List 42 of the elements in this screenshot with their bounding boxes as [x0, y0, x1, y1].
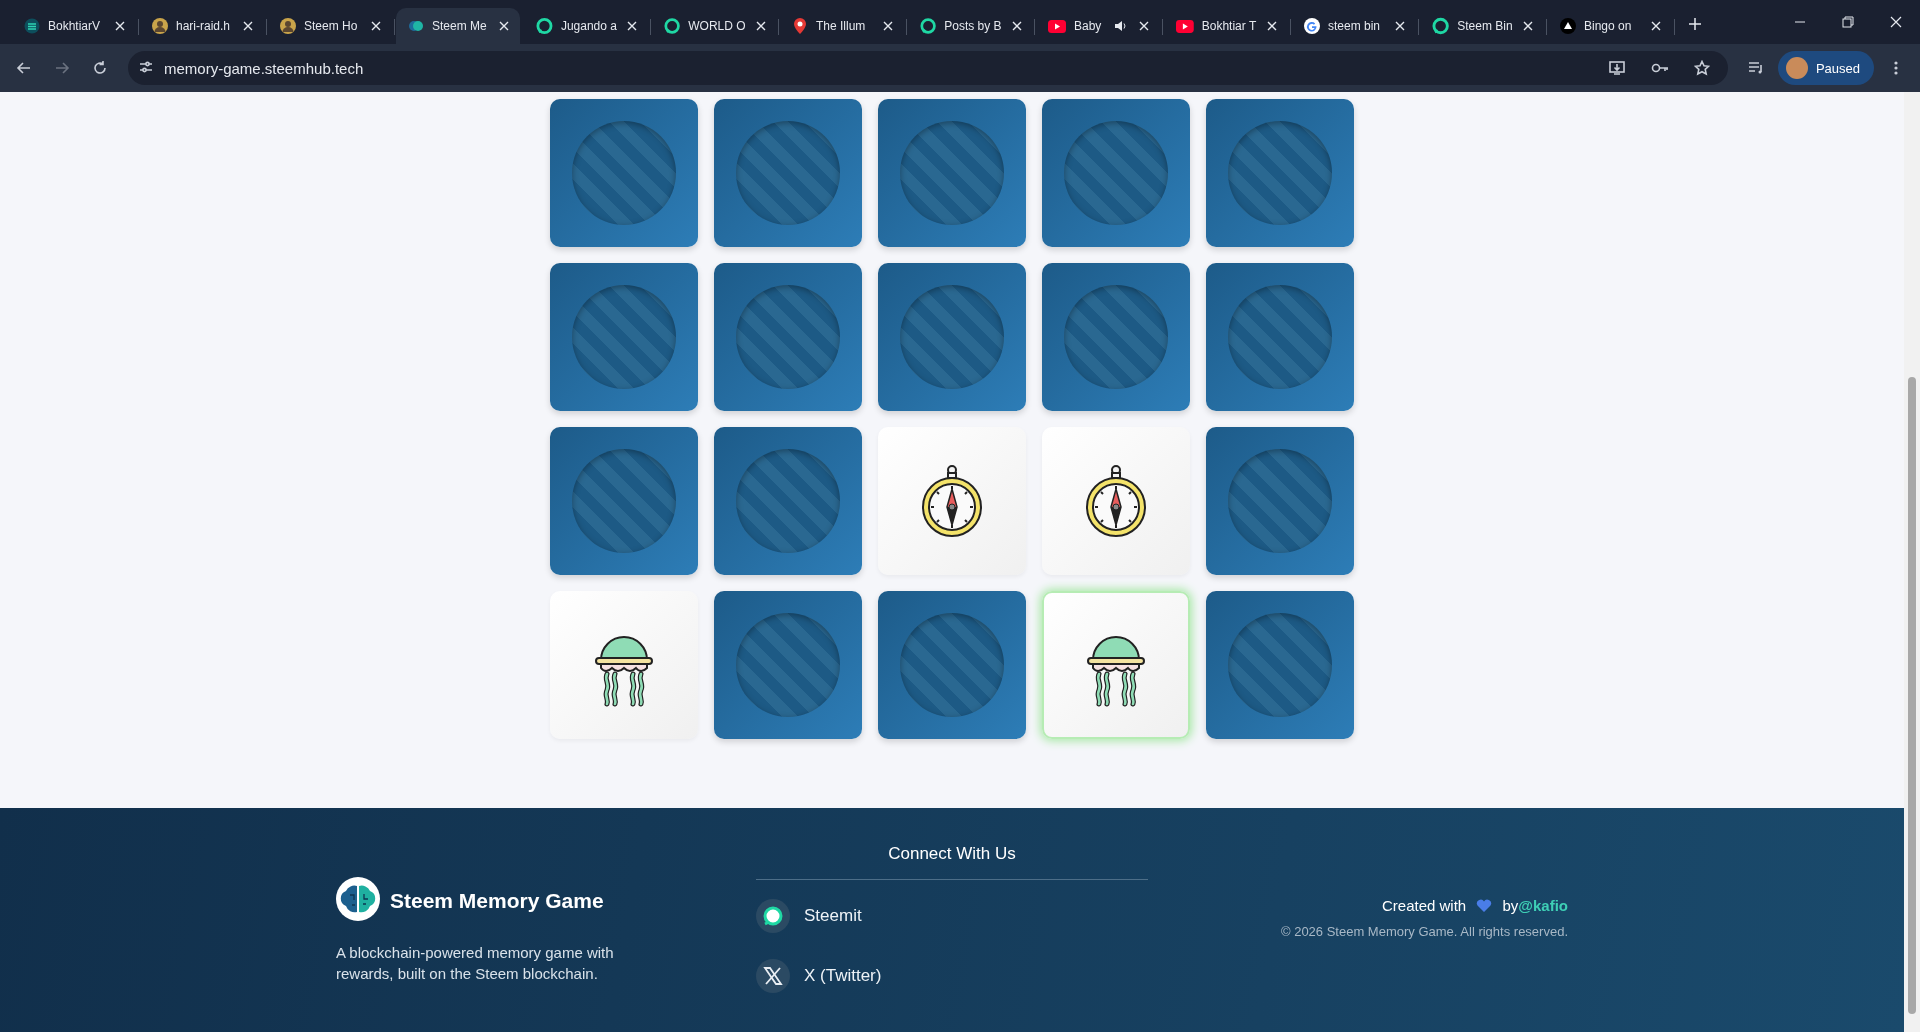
- g-logo-icon: [1304, 18, 1320, 34]
- author-link[interactable]: @kafio: [1518, 897, 1568, 914]
- card-face[interactable]: [1042, 427, 1190, 575]
- plus-icon: [1688, 17, 1702, 31]
- map-pin-icon: [792, 17, 808, 35]
- browser-tab[interactable]: Posts by B: [908, 8, 1032, 44]
- credit-text: Created with by@kafio: [1380, 897, 1568, 914]
- browser-tab[interactable]: Jugando a: [524, 8, 648, 44]
- card-face[interactable]: [878, 427, 1026, 575]
- browser-tab[interactable]: WORLD O: [652, 8, 776, 44]
- speaker-icon[interactable]: [1114, 19, 1128, 33]
- description: A blockchain-powered memory game with rewards, built on the Steem blockchain.: [336, 943, 615, 984]
- scrollbar-thumb[interactable]: [1908, 377, 1916, 1014]
- browser-tab[interactable]: hari-raid.h: [140, 8, 264, 44]
- profile-button[interactable]: Paused: [1777, 51, 1874, 85]
- copyright: © 2026 Steem Memory Game. All rights reserved.: [1279, 924, 1568, 939]
- avatar-icon: [1785, 57, 1808, 79]
- compass-icon: [920, 463, 984, 539]
- social-link[interactable]: Steemit: [756, 899, 1148, 933]
- compass-icon: [1084, 463, 1148, 539]
- browser-tab[interactable]: Steem Me: [396, 8, 520, 44]
- play-icon: [1176, 19, 1194, 33]
- scrollbar[interactable]: [1904, 92, 1920, 1032]
- brand-title: Steem Memory Game: [390, 889, 604, 913]
- card-face[interactable]: [550, 591, 698, 739]
- browser-tab[interactable]: Steem Bin: [1420, 8, 1544, 44]
- card-face[interactable]: [1042, 591, 1190, 739]
- heart-icon: [1476, 899, 1493, 913]
- browser-tab[interactable]: steem bin: [1292, 8, 1416, 44]
- address-bar[interactable]: memory-game.steemhub.tech: [128, 51, 1728, 85]
- section-heading: Connect With Us: [756, 844, 1148, 880]
- browser-tab[interactable]: Bingo on: [1548, 8, 1672, 44]
- play-icon: [1048, 19, 1066, 33]
- browser-tab[interactable]: The Illum: [780, 8, 904, 44]
- social-link[interactable]: X (Twitter): [756, 959, 1148, 993]
- browser-tab[interactable]: BokhtiarV: [12, 8, 136, 44]
- browser-tab[interactable]: Baby: [1036, 8, 1160, 44]
- browser-tab[interactable]: Steem Ho: [268, 8, 392, 44]
- browser-tab[interactable]: Bokhtiar T: [1164, 8, 1288, 44]
- x-logo-icon: [756, 959, 790, 993]
- avatar-icon: [152, 18, 168, 34]
- avatar-icon: [280, 18, 296, 34]
